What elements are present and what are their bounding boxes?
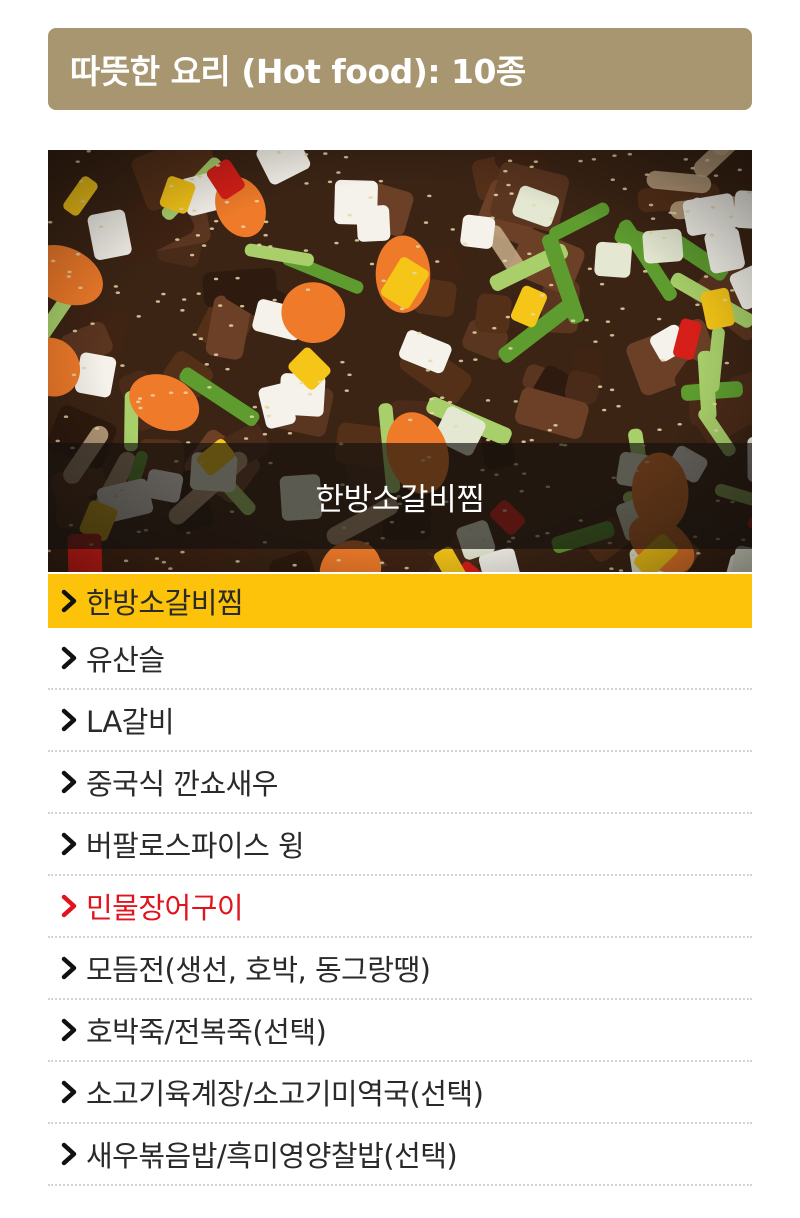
menu-item[interactable]: 민물장어구이 [48, 876, 752, 938]
menu-item[interactable]: 유산슬 [48, 628, 752, 690]
photo-caption: 한방소갈비찜 [315, 481, 485, 518]
section-title: 따뜻한 요리 (Hot food): 10종 [70, 52, 526, 91]
chevron-right-icon [60, 770, 86, 794]
menu-item[interactable]: 호박죽/전복죽(선택) [48, 1000, 752, 1062]
featured-dish-photo: 한방소갈비찜 [48, 150, 752, 572]
menu-item[interactable]: 버팔로스파이스 윙 [48, 814, 752, 876]
menu-item[interactable]: 중국식 깐쇼새우 [48, 752, 752, 814]
menu-item[interactable]: LA갈비 [48, 690, 752, 752]
menu-item[interactable]: 모듬전(생선, 호박, 동그랑땡) [48, 938, 752, 1000]
hot-food-menu-list: 한방소갈비찜 유산슬 LA갈비 중국식 깐쇼새우 버팔로스파이스 윙 민물장어구… [48, 574, 752, 1186]
chevron-right-icon [60, 708, 86, 732]
menu-item-label: 모듬전(생선, 호박, 동그랑땡) [86, 953, 431, 987]
chevron-right-icon [60, 894, 86, 918]
chevron-right-icon [60, 956, 86, 980]
menu-item-label: 호박죽/전복죽(선택) [86, 1015, 327, 1049]
photo-caption-band: 한방소갈비찜 [48, 443, 752, 549]
menu-item-label: 버팔로스파이스 윙 [86, 829, 305, 863]
chevron-right-icon [60, 832, 86, 856]
menu-item-label: 소고기육계장/소고기미역국(선택) [86, 1077, 484, 1111]
menu-item-label: 중국식 깐쇼새우 [86, 767, 278, 801]
chevron-right-icon [60, 646, 86, 670]
chevron-right-icon [60, 1080, 86, 1104]
menu-item[interactable]: 소고기육계장/소고기미역국(선택) [48, 1062, 752, 1124]
chevron-right-icon [60, 589, 86, 613]
chevron-right-icon [60, 1018, 86, 1042]
menu-item-label: 새우볶음밥/흑미영양찰밥(선택) [86, 1139, 458, 1173]
menu-item-label: 유산슬 [86, 643, 165, 677]
menu-item-label: 한방소갈비찜 [86, 586, 244, 620]
menu-item-label: LA갈비 [86, 705, 175, 739]
menu-item[interactable]: 한방소갈비찜 [48, 574, 752, 628]
menu-item-label: 민물장어구이 [86, 891, 244, 925]
menu-item[interactable]: 새우볶음밥/흑미영양찰밥(선택) [48, 1124, 752, 1186]
chevron-right-icon [60, 1142, 86, 1166]
section-header: 따뜻한 요리 (Hot food): 10종 [48, 28, 752, 110]
